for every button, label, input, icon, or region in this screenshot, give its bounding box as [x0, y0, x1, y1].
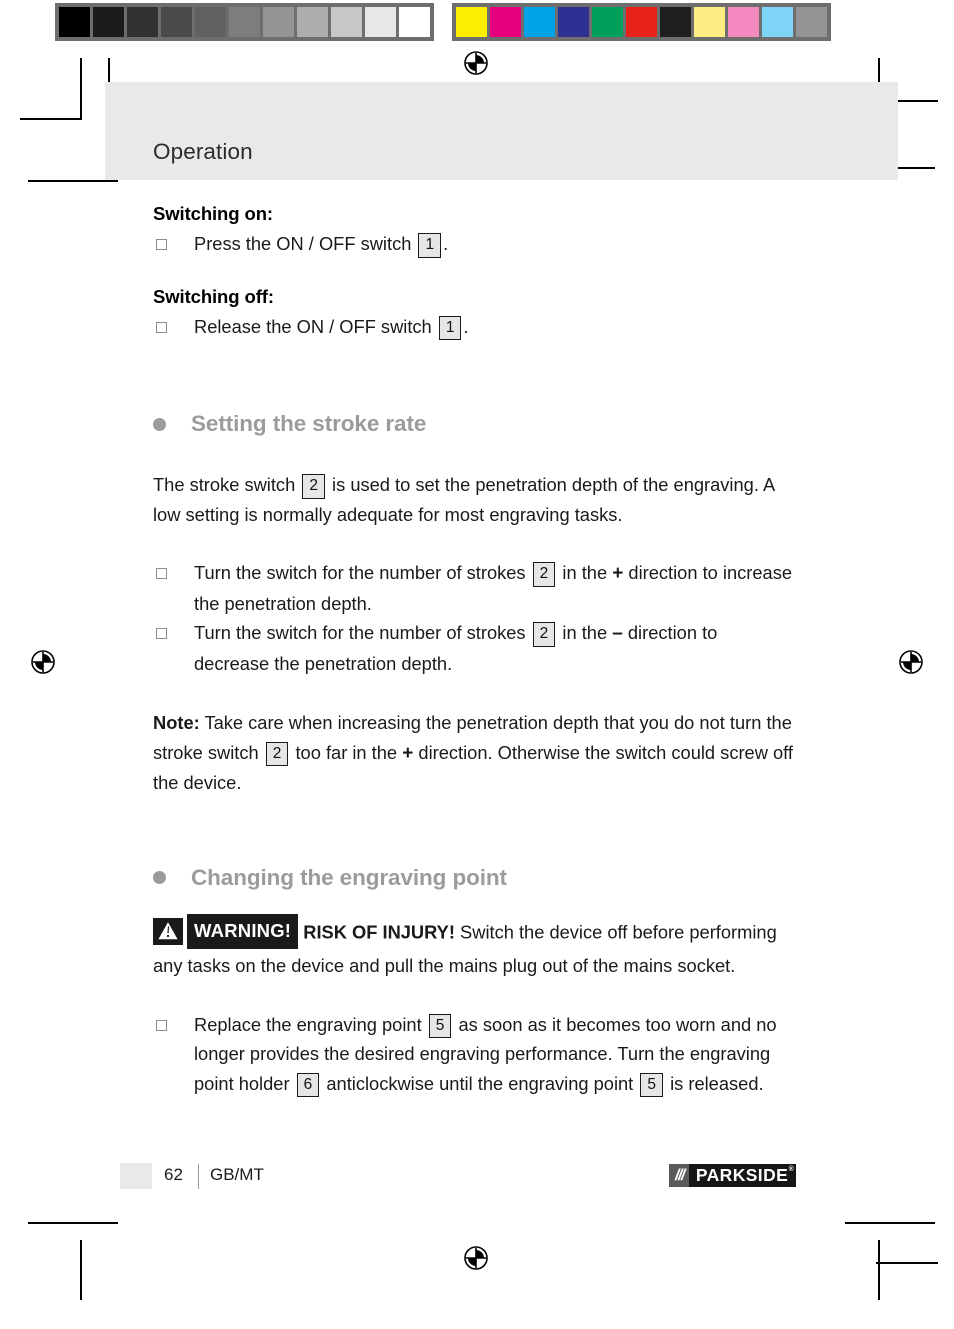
- intro-text-a: The stroke switch: [153, 474, 296, 495]
- list-item-text-suffix: .: [463, 315, 469, 337]
- note-label: Note:: [153, 712, 200, 733]
- bullet-dot-icon: [153, 871, 166, 884]
- manual-page: Operation Switching on: Press the ON / O…: [0, 0, 954, 1329]
- section-switching-off: Switching off: Release the ON / OFF swit…: [153, 286, 793, 342]
- warning-triangle-icon: [153, 917, 183, 945]
- list-item: Replace the engraving point 5 as soon as…: [153, 1010, 793, 1099]
- part-reference-chip: 1: [418, 233, 442, 258]
- switching-off-heading: Switching off:: [153, 285, 274, 307]
- footer-gray-swatch: [120, 1163, 152, 1189]
- bullet-text-a: Replace the engraving point: [194, 1013, 422, 1035]
- part-reference-chip: 2: [265, 741, 289, 766]
- switching-off-list: Release the ON / OFF switch 1.: [153, 312, 793, 342]
- bullet-text-d: is released.: [670, 1072, 764, 1094]
- list-item-text-suffix: .: [443, 233, 449, 254]
- page-title: Operation: [153, 139, 253, 164]
- section-engraving-point: Changing the engraving point WARNING! RI…: [153, 865, 793, 1099]
- direction-sign: +: [402, 742, 414, 764]
- bullet-text-b: in the: [562, 562, 608, 583]
- stroke-rate-heading: Setting the stroke rate: [153, 411, 793, 437]
- parkside-logo: /// PARKSIDE ®: [669, 1164, 797, 1187]
- list-item-text: Press the ON / OFF switch: [194, 233, 412, 254]
- stroke-rate-heading-text: Setting the stroke rate: [191, 411, 427, 436]
- engraving-point-heading-text: Changing the engraving point: [191, 864, 507, 890]
- part-reference-chip: 1: [438, 315, 462, 340]
- section-stroke-rate: Setting the stroke rate The stroke switc…: [153, 411, 793, 798]
- bullet-text-a: Turn the switch for the number of stroke…: [194, 562, 526, 583]
- bullet-text-c: anticlockwise until the engraving point: [326, 1072, 634, 1094]
- engraving-point-list: Replace the engraving point 5 as soon as…: [153, 1010, 793, 1099]
- direction-sign: +: [612, 563, 624, 584]
- list-item: Release the ON / OFF switch 1.: [153, 312, 793, 342]
- logo-wordmark-text: PARKSIDE: [695, 1165, 789, 1185]
- warning-badge-label: WARNING!: [187, 913, 299, 949]
- risk-label: RISK OF INJURY!: [303, 921, 455, 943]
- part-reference-chip: 2: [302, 474, 325, 499]
- note-text-b: too far in the: [295, 741, 398, 763]
- list-item: Press the ON / OFF switch 1.: [153, 229, 793, 259]
- page-header-band: [105, 82, 898, 180]
- switching-on-heading: Switching on:: [153, 203, 273, 224]
- section-switching-on: Switching on: Press the ON / OFF switch …: [153, 203, 793, 259]
- bullet-dot-icon: [153, 417, 166, 431]
- logo-wordmark: PARKSIDE ®: [688, 1164, 797, 1187]
- stroke-rate-intro: The stroke switch 2 is used to set the p…: [153, 470, 793, 529]
- bullet-text-b: in the: [562, 622, 608, 643]
- registered-trademark-icon: ®: [788, 1166, 795, 1173]
- list-item: Turn the switch for the number of stroke…: [153, 618, 793, 678]
- part-reference-chip: 2: [532, 562, 556, 587]
- page-content: Switching on: Press the ON / OFF switch …: [153, 203, 793, 1098]
- part-reference-chip: 5: [428, 1013, 452, 1038]
- bullet-text-a: Turn the switch for the number of stroke…: [194, 622, 526, 643]
- footer-page-number: 62: [164, 1165, 183, 1184]
- logo-slashes-icon: ///: [669, 1164, 689, 1187]
- part-reference-chip: 2: [532, 622, 556, 647]
- footer-divider: [198, 1164, 199, 1189]
- list-item: Turn the switch for the number of stroke…: [153, 558, 793, 618]
- stroke-rate-bullets: Turn the switch for the number of stroke…: [153, 558, 793, 678]
- part-reference-chip: 5: [640, 1072, 663, 1097]
- engraving-point-heading: Changing the engraving point: [153, 865, 793, 891]
- list-item-text: Release the ON / OFF switch: [194, 315, 432, 337]
- stroke-rate-note: Note: Take care when increasing the pene…: [153, 708, 793, 798]
- part-reference-chip: 6: [296, 1072, 320, 1097]
- footer-language-code: GB/MT: [210, 1165, 264, 1184]
- engraving-point-warning: WARNING! RISK OF INJURY! Switch the devi…: [153, 913, 793, 981]
- direction-sign: –: [612, 623, 623, 644]
- switching-on-list: Press the ON / OFF switch 1.: [153, 229, 793, 259]
